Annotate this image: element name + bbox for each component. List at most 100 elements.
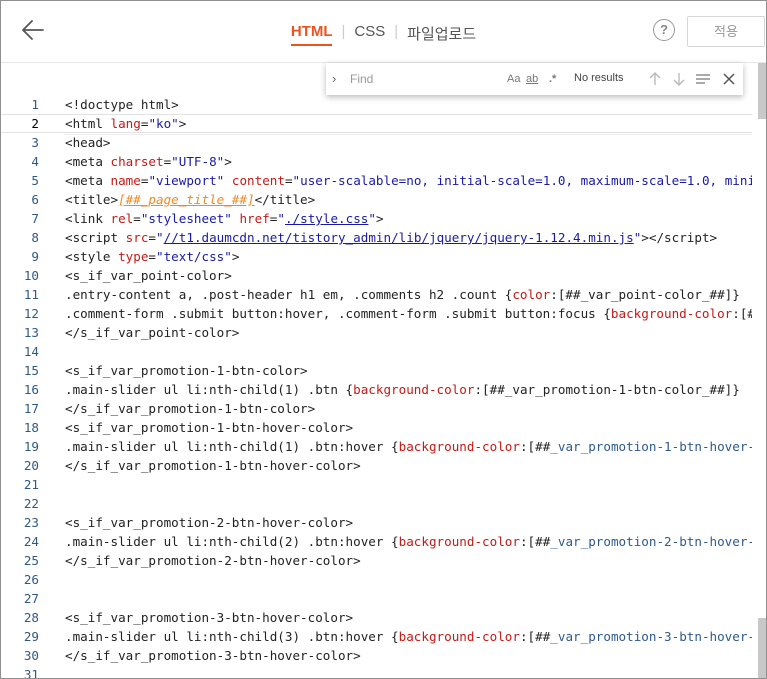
code-line[interactable]: 13 </s_if_var_point-color>: [1, 323, 766, 342]
apply-button[interactable]: 적용: [687, 16, 765, 47]
tab-separator: |: [341, 23, 346, 40]
line-number: 2: [31, 116, 39, 131]
line-number: 14: [23, 344, 39, 359]
code-line[interactable]: 17 </s_if_var_promotion-1-btn-color>: [1, 399, 766, 418]
line-number: 21: [23, 477, 39, 492]
line-number: 12: [23, 306, 39, 321]
code-line[interactable]: 12 .comment-form .submit button:hover, .c…: [1, 304, 766, 323]
code-editor[interactable]: 1 <!doctype html> 2 <html lang="ko"> 3 <head>…: [1, 63, 766, 678]
line-number: 20: [23, 458, 39, 473]
code-line[interactable]: 11 .entry-content a, .post-header h1 em, …: [1, 285, 766, 304]
line-number: 8: [31, 230, 39, 245]
code-line[interactable]: 23 <s_if_var_promotion-2-btn-hover-color>: [1, 513, 766, 532]
line-number: 9: [31, 249, 39, 264]
line-number: 15: [23, 363, 39, 378]
code-line[interactable]: 18 <s_if_var_promotion-1-btn-hover-color>: [1, 418, 766, 437]
code-line[interactable]: 27: [1, 589, 766, 608]
next-match-icon[interactable]: [670, 70, 688, 88]
code-text: <s_if_var_promotion-1-btn-hover-color>: [65, 420, 354, 435]
code-text: <head>: [65, 135, 111, 150]
code-text: <title>[##_page_title_##]</title>: [65, 192, 316, 207]
line-number: 1: [31, 97, 39, 112]
find-in-selection-icon[interactable]: [694, 70, 712, 88]
code-line[interactable]: 30 </s_if_var_promotion-3-btn-hover-color…: [1, 646, 766, 665]
tab-html[interactable]: HTML: [290, 23, 332, 46]
code-text: .main-slider ul li:nth-child(2) .btn:hov…: [65, 534, 766, 549]
code-text: .comment-form .submit button:hover, .com…: [65, 306, 766, 321]
code-text: <!doctype html>: [65, 97, 179, 112]
code-line[interactable]: 2 <html lang="ko">: [1, 114, 766, 133]
vertical-scrollbar[interactable]: [752, 63, 766, 678]
find-widget: › Aa ab .* No results: [326, 63, 743, 95]
code-line[interactable]: 15 <s_if_var_promotion-1-btn-color>: [1, 361, 766, 380]
match-case-button[interactable]: Aa: [507, 71, 520, 87]
code-text: <meta charset="UTF-8">: [65, 154, 232, 169]
code-line[interactable]: 14: [1, 342, 766, 361]
code-line[interactable]: 1 <!doctype html>: [1, 95, 766, 114]
line-number: 29: [23, 629, 39, 644]
code-line[interactable]: 5 <meta name="viewport" content="user-sca…: [1, 171, 766, 190]
code-line[interactable]: 7 <link rel="stylesheet" href="./style.cs…: [1, 209, 766, 228]
find-result-status: No results: [574, 72, 624, 84]
code-line[interactable]: 10 <s_if_var_point-color>: [1, 266, 766, 285]
regex-button[interactable]: .*: [549, 71, 556, 87]
line-number: 6: [31, 192, 39, 207]
line-number: 17: [23, 401, 39, 416]
code-line[interactable]: 29 .main-slider ul li:nth-child(3) .btn:h…: [1, 627, 766, 646]
line-number: 23: [23, 515, 39, 530]
code-line[interactable]: 20 </s_if_var_promotion-1-btn-hover-color…: [1, 456, 766, 475]
find-input[interactable]: [346, 67, 580, 91]
code-text: </s_if_var_promotion-3-btn-hover-color>: [65, 648, 361, 663]
find-toggle-replace-button[interactable]: ›: [332, 70, 346, 88]
line-number: 26: [23, 572, 39, 587]
code-line[interactable]: 22: [1, 494, 766, 513]
code-line[interactable]: 8 <script src="//t1.daumcdn.net/tistory_a…: [1, 228, 766, 247]
code-text: <style type="text/css">: [65, 249, 240, 264]
code-text: .main-slider ul li:nth-child(3) .btn:hov…: [65, 629, 766, 644]
code-text: .main-slider ul li:nth-child(1) .btn:hov…: [65, 439, 766, 454]
code-text: </s_if_var_promotion-2-btn-hover-color>: [65, 553, 361, 568]
top-bar: HTML | CSS | 파일업로드 ? 적용: [1, 1, 766, 63]
code-text: <s_if_var_promotion-3-btn-hover-color>: [65, 610, 354, 625]
code-line[interactable]: 6 <title>[##_page_title_##]</title>: [1, 190, 766, 209]
editor-tabs: HTML | CSS | 파일업로드: [1, 23, 766, 46]
code-text: <script src="//t1.daumcdn.net/tistory_ad…: [65, 230, 718, 245]
code-line[interactable]: 24 .main-slider ul li:nth-child(2) .btn:h…: [1, 532, 766, 551]
code-line[interactable]: 3 <head>: [1, 133, 766, 152]
code-line[interactable]: 28 <s_if_var_promotion-3-btn-hover-color>: [1, 608, 766, 627]
line-number: 22: [23, 496, 39, 511]
close-icon[interactable]: [720, 70, 738, 88]
line-number: 24: [23, 534, 39, 549]
line-number: 30: [23, 648, 39, 663]
scrollbar-thumb[interactable]: [758, 63, 766, 119]
line-number: 19: [23, 439, 39, 454]
line-number: 10: [23, 268, 39, 283]
code-line[interactable]: 9 <style type="text/css">: [1, 247, 766, 266]
code-line[interactable]: 31: [1, 665, 766, 679]
code-line[interactable]: 19 .main-slider ul li:nth-child(1) .btn:h…: [1, 437, 766, 456]
line-number: 13: [23, 325, 39, 340]
editor-window: HTML | CSS | 파일업로드 ? 적용 1 <!doctype html> 2 <ht…: [0, 0, 767, 679]
help-icon[interactable]: ?: [653, 19, 675, 41]
code-text: <html lang="ko">: [65, 116, 187, 131]
line-number: 3: [31, 135, 39, 150]
tab-css[interactable]: CSS: [354, 23, 385, 40]
previous-match-icon[interactable]: [646, 70, 664, 88]
code-text: </s_if_var_point-color>: [65, 325, 240, 340]
code-text: <s_if_var_promotion-2-btn-hover-color>: [65, 515, 354, 530]
line-number: 5: [31, 173, 39, 188]
line-number: 7: [31, 211, 39, 226]
match-whole-word-button[interactable]: ab: [526, 71, 538, 87]
code-line[interactable]: 25 </s_if_var_promotion-2-btn-hover-color…: [1, 551, 766, 570]
line-number: 31: [23, 667, 39, 679]
line-number: 18: [23, 420, 39, 435]
code-text: </s_if_var_promotion-1-btn-hover-color>: [65, 458, 361, 473]
code-line[interactable]: 4 <meta charset="UTF-8">: [1, 152, 766, 171]
code-line[interactable]: 21: [1, 475, 766, 494]
line-number: 25: [23, 553, 39, 568]
tab-file-upload[interactable]: 파일업로드: [407, 23, 476, 44]
code-text: .entry-content a, .post-header h1 em, .c…: [65, 287, 740, 302]
code-line[interactable]: 26: [1, 570, 766, 589]
code-line[interactable]: 16 .main-slider ul li:nth-child(1) .btn {…: [1, 380, 766, 399]
line-number: 28: [23, 610, 39, 625]
